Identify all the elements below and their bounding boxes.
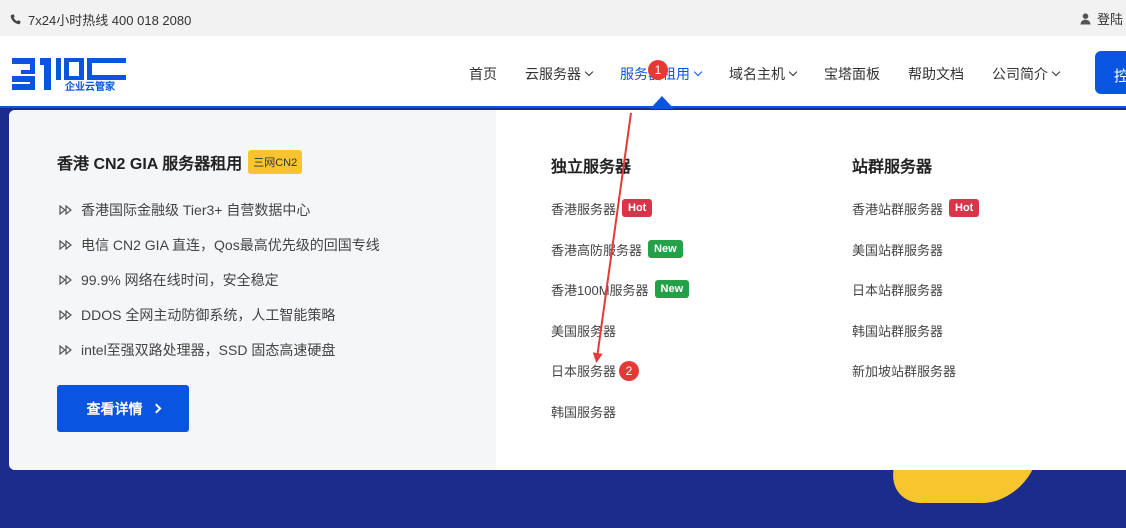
menu-item-hk-ddos-server[interactable]: 香港高防服务器 New — [551, 239, 689, 281]
login-label: 登陆 — [1096, 12, 1123, 27]
menu-item-jp-cluster-server[interactable]: 日本站群服务器 — [852, 280, 979, 321]
login-link[interactable]: 登陆 — [1080, 9, 1123, 28]
menu-item-label: 韩国站群服务器 — [852, 323, 944, 339]
feature-text: DDOS 全网主动防御系统，人工智能策略 — [81, 306, 336, 323]
cn2-tag: 三网CN2 — [248, 150, 303, 174]
new-badge: New — [654, 280, 690, 298]
console-label: 控 — [1114, 68, 1126, 85]
column-title: 站群服务器 — [852, 159, 933, 176]
chevron-down-icon — [584, 67, 594, 77]
nav-help-docs[interactable]: 帮助文档 — [908, 64, 964, 84]
hotline-text: 7x24小时热线 400 018 2080 — [28, 13, 192, 28]
new-badge: New — [648, 239, 683, 258]
menu-item-kr-cluster-server[interactable]: 韩国站群服务器 — [852, 321, 979, 362]
console-button[interactable]: 控 — [1095, 51, 1126, 94]
feature-text: intel至强双路处理器，SSD 固态高速硬盘 — [81, 341, 336, 358]
dedicated-server-column: 独立服务器 香港服务器 Hot 香港高防服务器 New 香港100M服务器 New 美… — [551, 153, 690, 443]
feature-text: 香港国际金融级 Tier3+ 自营数据中心 — [81, 201, 311, 218]
top-bar: 7x24小时热线 400 018 2080 登陆 — [0, 0, 1126, 36]
menu-item-label: 美国站群服务器 — [852, 242, 944, 258]
menu-item-label: 香港服务器 — [551, 202, 617, 217]
nav-label: 首页 — [469, 66, 497, 82]
feature-item: 香港国际金融级 Tier3+ 自营数据中心 — [59, 192, 380, 227]
feature-item: DDOS 全网主动防御系统，人工智能策略 — [59, 297, 380, 332]
nav-cloud-server[interactable]: 云服务器 — [525, 64, 594, 84]
hot-badge: Hot — [949, 199, 980, 217]
nav-label: 域名主机 — [729, 66, 785, 82]
site-header: 企业云管家 首页 云服务器 服务器租用 域名主机 宝塔面板 帮助文档 公司简介 … — [0, 36, 1126, 108]
nav-label: 帮助文档 — [908, 66, 964, 82]
annotation-marker-2: 2 — [619, 361, 639, 381]
cluster-server-column: 站群服务器 香港站群服务器 Hot 美国站群服务器 日本站群服务器 韩国站群服务器… — [852, 153, 980, 402]
menu-item-kr-server[interactable]: 韩国服务器 — [551, 402, 689, 443]
user-icon — [1080, 12, 1091, 25]
double-arrow-icon — [59, 239, 72, 250]
menu-item-us-server[interactable]: 美国服务器 — [551, 321, 689, 362]
featured-panel: 香港 CN2 GIA 服务器租用 三网CN2 香港国际金融级 Tier3+ 自营… — [9, 110, 496, 470]
feature-item: 99.9% 网络在线时间，安全稳定 — [59, 262, 380, 297]
featured-title-text: 香港 CN2 GIA 服务器租用 — [57, 156, 243, 173]
menu-item-label: 香港站群服务器 — [852, 202, 944, 217]
nav-domain-hosting[interactable]: 域名主机 — [729, 64, 798, 84]
menu-item-label: 新加坡站群服务器 — [852, 364, 957, 379]
menu-item-label: 美国服务器 — [551, 323, 617, 339]
menu-item-us-cluster-server[interactable]: 美国站群服务器 — [852, 240, 979, 281]
double-arrow-icon — [59, 274, 72, 285]
menu-item-label: 日本服务器 — [551, 364, 617, 379]
menu-item-label: 日本站群服务器 — [852, 283, 944, 298]
double-arrow-icon — [59, 344, 72, 355]
chevron-down-icon — [1051, 67, 1061, 77]
featured-title: 香港 CN2 GIA 服务器租用 三网CN2 — [57, 150, 303, 174]
menu-item-label: 韩国服务器 — [551, 404, 617, 420]
chevron-down-icon — [788, 67, 798, 77]
menu-item-hk-100m-server[interactable]: 香港100M服务器 New — [551, 280, 690, 321]
nav-bt-panel[interactable]: 宝塔面板 — [824, 64, 880, 84]
feature-list: 香港国际金融级 Tier3+ 自营数据中心 电信 CN2 GIA 直连，Qos最… — [59, 192, 380, 367]
column-title: 独立服务器 — [551, 159, 632, 176]
view-details-button[interactable]: 查看详情 — [57, 385, 189, 432]
chevron-down-icon — [693, 67, 703, 77]
nav-label: 云服务器 — [525, 66, 581, 82]
site-logo[interactable]: 企业云管家 — [11, 56, 127, 93]
chevron-right-icon — [151, 403, 161, 414]
dropdown-caret — [650, 96, 674, 109]
annotation-marker-1: 1 — [648, 60, 668, 80]
nav-label: 公司简介 — [992, 66, 1048, 82]
nav-company-intro[interactable]: 公司简介 — [992, 64, 1061, 84]
double-arrow-icon — [59, 204, 72, 215]
hotline: 7x24小时热线 400 018 2080 — [10, 10, 191, 29]
menu-item-hk-cluster-server[interactable]: 香港站群服务器 Hot — [852, 199, 980, 240]
server-rental-dropdown: 香港 CN2 GIA 服务器租用 三网CN2 香港国际金融级 Tier3+ 自营… — [9, 110, 1126, 470]
hot-badge: Hot — [622, 199, 653, 217]
feature-item: 电信 CN2 GIA 直连，Qos最高优先级的回国专线 — [59, 227, 380, 262]
main-nav: 首页 云服务器 服务器租用 域名主机 宝塔面板 帮助文档 公司简介 — [469, 64, 1087, 84]
phone-icon — [10, 14, 21, 25]
feature-text: 99.9% 网络在线时间，安全稳定 — [81, 271, 279, 288]
nav-home[interactable]: 首页 — [469, 64, 497, 84]
feature-text: 电信 CN2 GIA 直连，Qos最高优先级的回国专线 — [81, 236, 380, 253]
nav-label: 宝塔面板 — [824, 66, 880, 82]
menu-item-label: 香港高防服务器 — [551, 242, 643, 258]
logo-subtitle: 企业云管家 — [64, 80, 116, 92]
menu-item-sg-cluster-server[interactable]: 新加坡站群服务器 — [852, 361, 979, 402]
double-arrow-icon — [59, 309, 72, 320]
menu-item-label: 香港100M服务器 — [551, 283, 649, 298]
view-details-label: 查看详情 — [86, 400, 143, 417]
menu-item-hk-server[interactable]: 香港服务器 Hot — [551, 199, 689, 240]
feature-item: intel至强双路处理器，SSD 固态高速硬盘 — [59, 332, 380, 367]
